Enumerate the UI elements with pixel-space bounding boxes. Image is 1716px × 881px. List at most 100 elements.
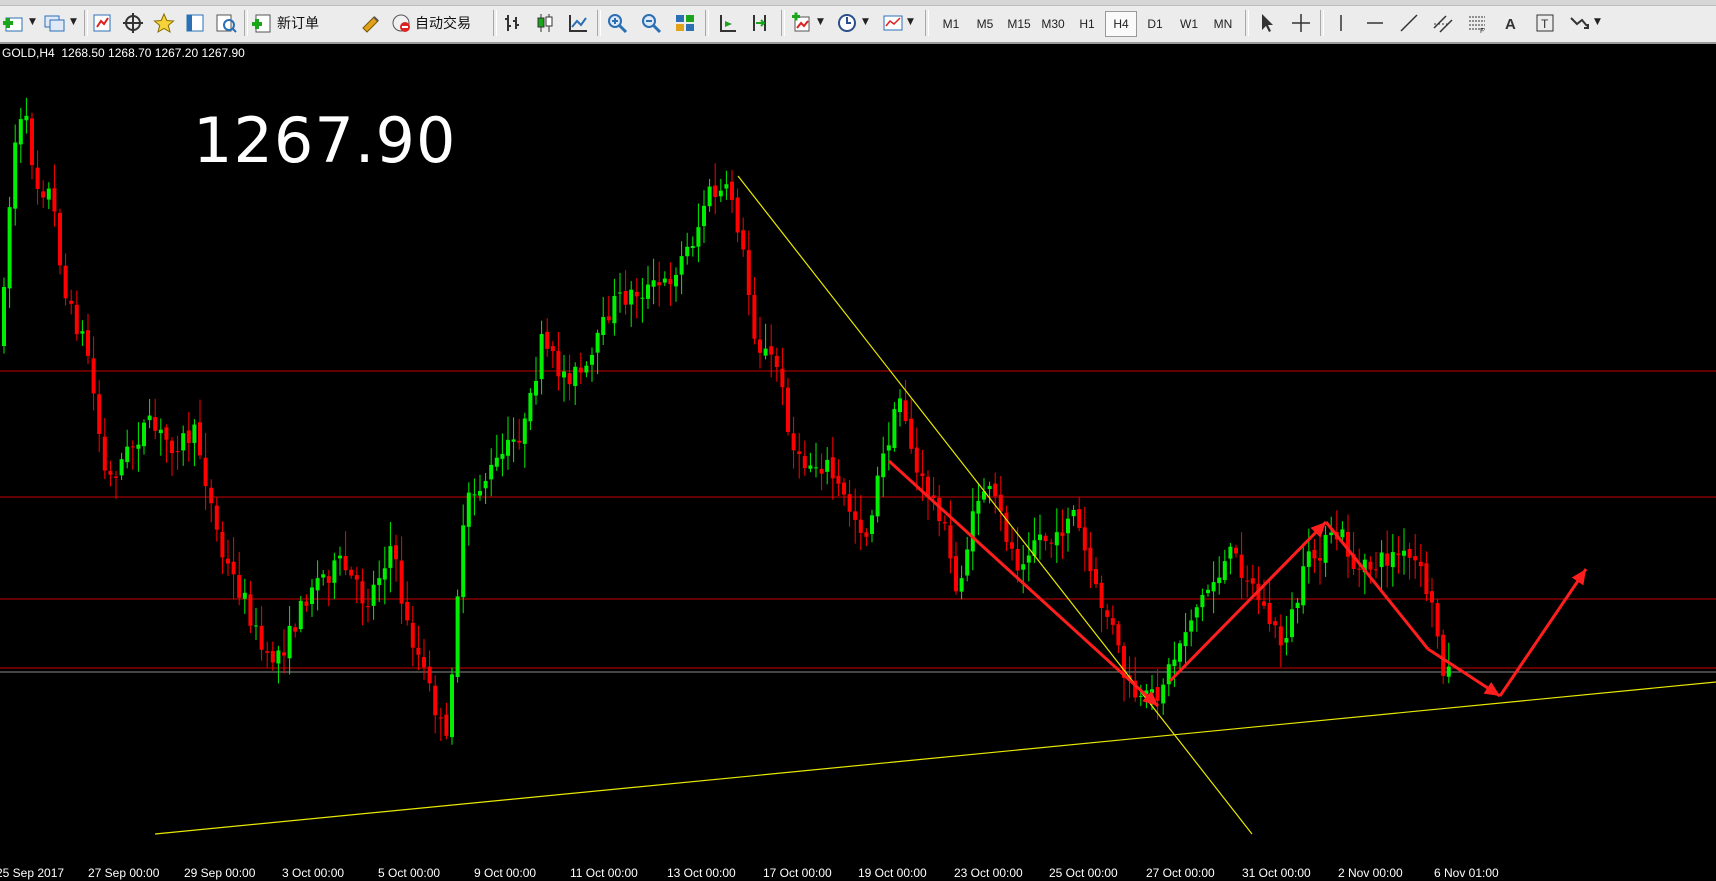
annotation-arrow-down-2: [1324, 521, 1430, 650]
timeframe-w1[interactable]: W1: [1173, 11, 1205, 37]
arrows-dropdown-icon[interactable]: ▼: [1594, 17, 1601, 27]
bull-candle: [287, 625, 292, 659]
x-axis-tick-label: 27 Sep 00:00: [88, 866, 160, 880]
timeframe-m1[interactable]: M1: [935, 11, 967, 37]
falling-resistance-trendline: [737, 175, 1253, 835]
bull-candle: [1295, 602, 1300, 609]
timeframe-h4[interactable]: H4: [1105, 11, 1137, 37]
bear-candle: [237, 575, 242, 598]
candlestick-icon[interactable]: [532, 10, 558, 36]
bear-candle: [1278, 626, 1283, 646]
text-icon[interactable]: A: [1498, 10, 1524, 36]
favorites-icon[interactable]: [151, 10, 177, 36]
bull-candle: [702, 205, 706, 227]
equidistant-channel-icon[interactable]: [1430, 10, 1456, 36]
horizontal-line-icon[interactable]: [1362, 10, 1388, 36]
bear-candle: [802, 456, 807, 468]
tile-windows-icon[interactable]: [672, 10, 698, 36]
svg-text:T: T: [1541, 17, 1549, 31]
cursor-icon[interactable]: [1254, 10, 1280, 36]
market-watch-icon[interactable]: [89, 10, 115, 36]
timeframe-m15[interactable]: M15: [1003, 11, 1035, 37]
chart-shift-icon[interactable]: [748, 10, 774, 36]
bear-candle: [903, 400, 908, 421]
bear-candle: [304, 601, 309, 606]
bear-candle: [1088, 547, 1093, 572]
strategy-tester-icon[interactable]: [213, 10, 239, 36]
arrows-icon[interactable]: [1566, 10, 1592, 36]
profiles-icon[interactable]: [42, 10, 68, 36]
chart-window[interactable]: 25 Sep 2017 27 Sep 00:00 29 Sep 00:00 3 Oct…: [0, 44, 1716, 881]
x-axis-tick-label: 19 Oct 00:00: [858, 866, 927, 880]
data-window-icon[interactable]: [182, 10, 208, 36]
periods-icon[interactable]: [834, 10, 860, 36]
indicators-icon[interactable]: [790, 10, 816, 36]
bear-candle: [74, 304, 79, 335]
bear-candle: [1368, 561, 1373, 570]
metaeditor-icon[interactable]: [358, 10, 384, 36]
bear-candle: [1239, 554, 1244, 578]
vertical-line-icon[interactable]: [1328, 10, 1354, 36]
bear-candle: [1155, 687, 1160, 701]
periods-dropdown-icon[interactable]: ▼: [862, 17, 869, 27]
autoscroll-icon[interactable]: [714, 10, 740, 36]
bull-candle: [662, 278, 667, 283]
bear-candle: [35, 167, 40, 189]
bear-candle: [427, 666, 432, 684]
new-order-button[interactable]: 新订单: [252, 9, 319, 37]
bull-candle: [1138, 695, 1143, 697]
bull-candle: [1217, 577, 1222, 584]
bull-candle: [1172, 659, 1177, 667]
templates-icon[interactable]: [880, 10, 906, 36]
bear-candle: [847, 494, 852, 512]
bear-candle: [63, 265, 68, 299]
indicators-dropdown-icon[interactable]: ▼: [817, 17, 824, 27]
crosshair-icon[interactable]: [1288, 10, 1314, 36]
bull-candle: [1446, 666, 1451, 677]
zoom-out-icon[interactable]: [638, 10, 664, 36]
x-axis-tick-label: 25 Sep 2017: [0, 866, 64, 880]
bull-candle: [584, 365, 589, 373]
templates-dropdown-icon[interactable]: ▼: [907, 17, 914, 27]
bear-candle: [920, 473, 925, 477]
bear-candle: [634, 291, 639, 297]
zoom-in-icon[interactable]: [604, 10, 630, 36]
timeframe-d1[interactable]: D1: [1139, 11, 1171, 37]
bear-candle: [41, 191, 46, 198]
bull-candle: [1290, 609, 1294, 638]
bear-candle: [914, 447, 919, 473]
bull-candle: [478, 491, 482, 496]
timeframe-mn[interactable]: MN: [1207, 11, 1239, 37]
bear-candle: [360, 581, 365, 604]
bull-candle: [892, 409, 897, 448]
line-chart-icon[interactable]: [565, 10, 591, 36]
timeframe-m30[interactable]: M30: [1037, 11, 1069, 37]
bear-candle: [1413, 556, 1418, 561]
bear-candle: [797, 451, 802, 455]
bull-candle: [612, 296, 617, 324]
bull-candle: [601, 316, 606, 336]
bear-candle: [265, 651, 270, 653]
bear-candle: [657, 282, 662, 286]
auto-trading-label: 自动交易: [415, 16, 471, 32]
auto-trading-button[interactable]: 自动交易: [390, 9, 471, 37]
toolbar-separator: [705, 10, 709, 36]
trendline-icon[interactable]: [1396, 10, 1422, 36]
timeframe-m5[interactable]: M5: [969, 11, 1001, 37]
bear-candle: [1430, 591, 1434, 603]
new-chart-icon[interactable]: [2, 10, 28, 36]
bear-candle: [1407, 548, 1412, 558]
bull-candle: [455, 596, 460, 678]
annotation-arrow-up-2: [1498, 568, 1588, 697]
bear-candle: [326, 576, 331, 583]
timeframe-h1[interactable]: H1: [1071, 11, 1103, 37]
fibonacci-icon[interactable]: F: [1464, 10, 1490, 36]
navigator-icon[interactable]: [120, 10, 146, 36]
bar-chart-icon[interactable]: [499, 10, 525, 36]
new-chart-dropdown-icon[interactable]: ▼: [29, 17, 36, 27]
bull-candle: [1054, 532, 1059, 546]
bear-candle: [153, 417, 158, 431]
bear-candle: [993, 483, 998, 497]
profiles-dropdown-icon[interactable]: ▼: [70, 17, 77, 27]
text-label-icon[interactable]: T: [1532, 10, 1558, 36]
